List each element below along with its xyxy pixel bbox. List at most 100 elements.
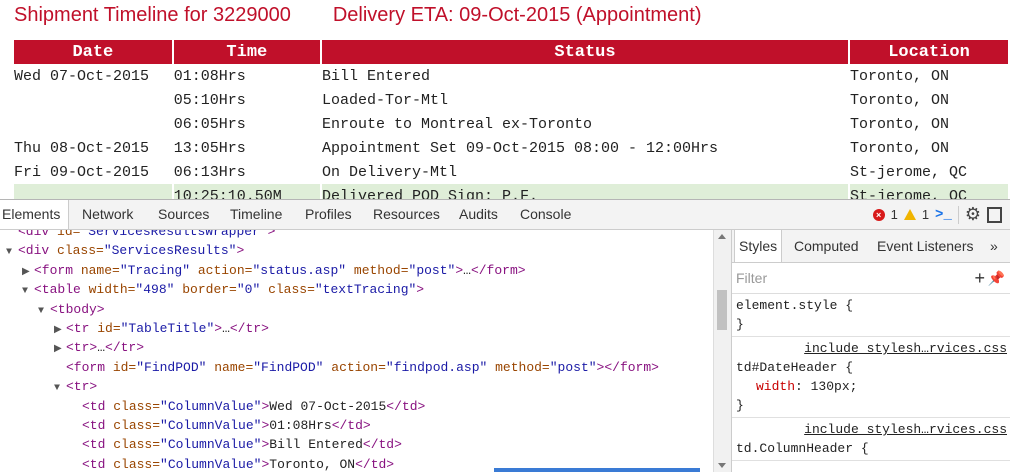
timeline-cell-date: Fri 09-Oct-2015	[14, 163, 150, 181]
toolbar-divider	[957, 205, 959, 224]
style-rule: element.style {}	[732, 294, 1010, 337]
horizontal-scroll-indicator	[494, 468, 700, 472]
css-property-name[interactable]: width	[756, 379, 795, 394]
tab-audits[interactable]: Audits	[457, 200, 500, 229]
scroll-thumb[interactable]	[717, 290, 727, 330]
tab-network[interactable]: Network	[80, 200, 135, 229]
dom-token-txt: Toronto, ON	[269, 456, 356, 472]
devtools-status-area: × 1 1 >_ ⚙	[872, 200, 1010, 229]
dom-token-attr: class=	[260, 282, 315, 298]
dom-token-tag: >	[416, 282, 425, 298]
css-property-value[interactable]: 130px;	[811, 379, 858, 394]
dom-token-attr: class=	[113, 437, 161, 453]
dom-token-val: "ColumnValue"	[160, 437, 262, 453]
dom-node-line[interactable]: <td class="ColumnValue">Bill Entered</td…	[0, 435, 713, 454]
dom-token-tag: </td>	[331, 417, 371, 433]
error-icon[interactable]: ×	[872, 208, 885, 221]
stylesheet-source-link[interactable]: include_stylesh…rvices.css	[736, 339, 1007, 358]
tab-timeline[interactable]: Timeline	[228, 200, 284, 229]
dom-token-tag: </td>	[386, 398, 426, 414]
dom-token-val: "post"	[408, 262, 456, 278]
gear-icon[interactable]: ⚙	[965, 204, 981, 225]
dom-node-line[interactable]: ▼ <table width="498" border="0" class="te…	[0, 280, 713, 299]
dom-node-line[interactable]: <td class="ColumnValue">01:08Hrs</td>	[0, 416, 713, 435]
dom-token-txt: …	[222, 320, 230, 336]
dom-node-line[interactable]: ▼ <div class="ServicesResults">	[0, 241, 713, 260]
dom-token-tag: </td>	[355, 456, 395, 472]
dom-token-val: "498"	[135, 282, 175, 298]
dock-icon[interactable]	[987, 206, 1002, 223]
tab-profiles[interactable]: Profiles	[303, 200, 354, 229]
dom-token-attr: class=	[57, 243, 104, 259]
css-property[interactable]: width: 130px;	[736, 377, 1007, 396]
rule-selector[interactable]: td.ColumnHeader {	[736, 439, 1007, 458]
tab-resources[interactable]: Resources	[371, 200, 442, 229]
timeline-cell-time: 05:10Hrs	[173, 91, 246, 109]
tab-computed[interactable]: Computed	[794, 230, 859, 262]
tab-console[interactable]: Console	[518, 200, 573, 229]
elements-tree[interactable]: <div id="ServicesResultsWrapper"> ▼ <div c…	[0, 230, 713, 472]
tab-sources[interactable]: Sources	[156, 200, 211, 229]
devtools-tabbar: Elements Network Sources Timeline Profil…	[0, 200, 1010, 230]
timeline-cell-date	[14, 112, 172, 136]
timeline-cell-date	[14, 184, 172, 200]
header-time: Time	[173, 40, 320, 64]
error-count[interactable]: 1	[891, 207, 898, 222]
stylesheet-source-link[interactable]: include_stylesh…rvices.css	[736, 420, 1007, 439]
rule-selector[interactable]: element.style {	[736, 296, 1007, 315]
warning-icon[interactable]	[903, 209, 916, 220]
dom-token-val: "FindPOD"	[136, 359, 207, 375]
tab-event-listeners[interactable]: Event Listeners	[877, 230, 974, 262]
devtools-panel: Elements Network Sources Timeline Profil…	[0, 199, 1010, 472]
dom-node-line[interactable]: ▼ <tr>	[0, 377, 713, 396]
dom-node-line[interactable]: ▶ <form name="Tracing" action="status.asp…	[0, 261, 713, 280]
dom-token-tag: >	[455, 262, 464, 278]
timeline-cell-time: 01:08Hrs	[173, 67, 246, 85]
tab-elements[interactable]: Elements	[0, 200, 70, 229]
dom-token-tag: </form>	[470, 262, 526, 278]
dom-token-val: "TableTitle"	[120, 320, 215, 336]
dom-node-line[interactable]: <div id="ServicesResultsWrapper">	[0, 230, 713, 241]
dom-token-val: "FindPOD"	[253, 359, 324, 375]
dom-token-val: "ColumnValue"	[160, 456, 262, 472]
pin-icon[interactable]: 📌	[988, 263, 1005, 293]
timeline-row: 06:05Hrs Enroute to Montreal ex-Toronto To…	[14, 112, 1008, 136]
dom-token-attr: class=	[113, 398, 161, 414]
dom-token-attr: id=	[57, 230, 81, 239]
dom-node-line[interactable]: ▶ <tr id="TableTitle">…</tr>	[0, 319, 713, 338]
scroll-up-arrow-icon[interactable]	[718, 234, 726, 239]
dom-token-tag: <tbody>	[50, 301, 105, 317]
dom-token-tag: </tr>	[105, 340, 145, 356]
dom-node-line[interactable]: <td class="ColumnValue">Wed 07-Oct-2015<…	[0, 397, 713, 416]
rule-selector[interactable]: td#DateHeader {	[736, 358, 1007, 377]
dom-token-txt: 01:08Hrs	[269, 417, 332, 433]
dom-token-val: "status.asp"	[252, 262, 347, 278]
scroll-down-arrow-icon[interactable]	[718, 463, 726, 468]
elements-scrollbar[interactable]	[713, 230, 731, 472]
dom-token-txt: Wed 07-Oct-2015	[269, 398, 387, 414]
styles-filter-input[interactable]: Filter + 📌	[732, 263, 1010, 294]
timeline-cell-location: St-jerome, QC	[850, 163, 968, 181]
dom-token-val: "textTracing"	[314, 282, 417, 298]
dom-token-val: "ColumnValue"	[160, 398, 262, 414]
new-rule-button[interactable]: +	[974, 263, 985, 293]
dom-token-tag: <td	[82, 398, 114, 414]
dom-token-tag: <table	[34, 282, 89, 298]
dom-token-tag: <td	[82, 456, 114, 472]
warning-count[interactable]: 1	[922, 207, 929, 222]
dom-node-line[interactable]: ▼ <tbody>	[0, 300, 713, 319]
rule-close-brace: }	[736, 317, 744, 332]
dom-node-line[interactable]: ▶ <tr>…</tr>	[0, 338, 713, 357]
tab-styles[interactable]: Styles	[734, 230, 783, 262]
rule-close-brace: }	[736, 398, 744, 413]
dom-node-line[interactable]: <form id="FindPOD" name="FindPOD" action…	[0, 358, 713, 377]
dom-token-txt: …	[97, 340, 106, 356]
timeline-cell-status: Loaded-Tor-Mtl	[321, 91, 448, 109]
timeline-cell-location: Toronto, ON	[850, 139, 950, 157]
dom-token-attr: action=	[190, 262, 253, 278]
dom-token-attr: id=	[97, 320, 121, 336]
console-drawer-icon[interactable]: >_	[935, 207, 952, 223]
more-tabs-icon[interactable]: »	[990, 230, 998, 262]
dom-token-val: "ServicesResultsWrapper"	[80, 230, 268, 239]
dom-token-attr: id=	[112, 359, 137, 375]
